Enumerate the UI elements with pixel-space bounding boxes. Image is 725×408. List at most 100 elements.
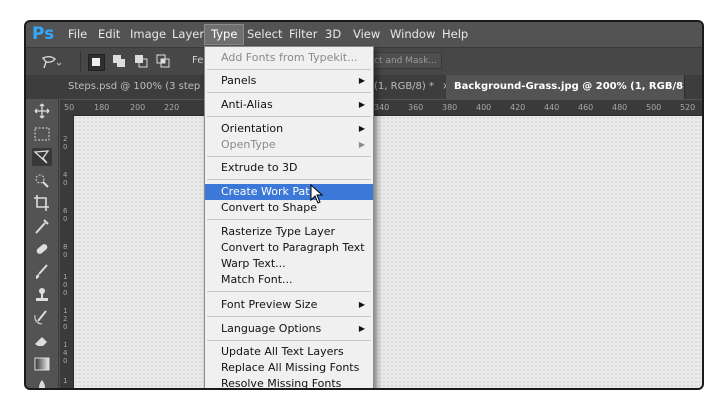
submenu-arrow-icon: ▶ <box>358 140 365 149</box>
menu-bar: Ps File Edit Image Layer Type Select Fil… <box>26 22 702 47</box>
submenu-arrow-icon: ▶ <box>358 100 365 109</box>
photoshop-window: Ps File Edit Image Layer Type Select Fil… <box>24 20 704 390</box>
tools-panel: ›› <box>26 75 59 388</box>
menu-item-label: Update All Text Layers <box>221 345 344 358</box>
lasso-tool-icon[interactable] <box>32 148 52 166</box>
gradient-tool-icon[interactable] <box>32 355 52 373</box>
photoshop-logo: Ps <box>32 24 55 44</box>
crop-tool-icon[interactable] <box>32 194 52 212</box>
document-canvas[interactable] <box>74 116 702 388</box>
horizontal-ruler: 50 180 200 220 340 360 380 400 420 440 4… <box>60 100 702 116</box>
menu-item-language-options[interactable]: Language Options ▶ <box>205 321 373 337</box>
menu-item-label: Warp Text... <box>221 257 286 270</box>
menu-item-panels[interactable]: Panels ▶ <box>205 73 373 89</box>
menu-item-update-all-text-layers[interactable]: Update All Text Layers <box>205 344 373 360</box>
menu-item-convert-paragraph-text[interactable]: Convert to Paragraph Text <box>205 240 373 256</box>
menu-item-label: Replace All Missing Fonts <box>221 361 360 374</box>
tab-second-document[interactable]: (1, RGB/8) *× <box>372 75 447 99</box>
vertical-ruler: 2 0 4 0 6 0 8 0 1 0 0 1 2 0 1 4 0 1 <box>60 115 74 388</box>
ruler-tick: 2 0 <box>63 135 68 151</box>
menu-file[interactable]: File <box>68 27 87 41</box>
eyedropper-tool-icon[interactable] <box>32 217 52 235</box>
menu-type[interactable]: Type <box>204 24 245 45</box>
submenu-arrow-icon: ▶ <box>358 124 365 133</box>
menu-select[interactable]: Select <box>247 27 282 41</box>
menu-separator <box>207 116 371 117</box>
menu-item-label: Match Font... <box>221 273 293 286</box>
menu-item-replace-missing-fonts[interactable]: Replace All Missing Fonts <box>205 360 373 376</box>
ruler-tick: 400 <box>476 103 492 112</box>
menu-3d[interactable]: 3D <box>325 27 341 41</box>
menu-item-warp-text[interactable]: Warp Text... <box>205 256 373 272</box>
menu-item-match-font[interactable]: Match Font... <box>205 272 373 288</box>
ruler-tick: 220 <box>164 103 180 112</box>
menu-item-font-preview-size[interactable]: Font Preview Size ▶ <box>205 297 373 313</box>
clone-stamp-tool-icon[interactable] <box>32 286 52 304</box>
menu-edit[interactable]: Edit <box>98 27 120 41</box>
ruler-tick: 6 0 <box>63 207 68 223</box>
menu-separator <box>207 156 371 157</box>
menu-item-label: Panels <box>221 74 257 87</box>
quick-select-tool-icon[interactable] <box>32 171 52 189</box>
menu-item-label: Font Preview Size <box>221 298 318 311</box>
ruler-tick: 180 <box>94 103 110 112</box>
menu-item-anti-alias[interactable]: Anti-Alias ▶ <box>205 97 373 113</box>
menu-image[interactable]: Image <box>130 27 166 41</box>
tab-background-grass[interactable]: Background-Grass.jpg @ 200% (1, RGB/8#) … <box>446 75 685 99</box>
menu-separator <box>207 291 371 292</box>
menu-layer[interactable]: Layer <box>172 27 204 41</box>
subtract-from-selection-icon[interactable] <box>134 54 149 69</box>
healing-brush-tool-icon[interactable] <box>32 240 52 258</box>
new-selection-icon[interactable] <box>88 54 105 71</box>
menu-item-extrude-3d[interactable]: Extrude to 3D <box>205 160 373 176</box>
submenu-arrow-icon: ▶ <box>358 76 365 85</box>
ruler-tick: 4 0 <box>63 171 68 187</box>
tab-label: (1, RGB/8) * <box>374 81 434 92</box>
menu-separator <box>207 92 371 93</box>
menu-help[interactable]: Help <box>442 27 468 41</box>
tab-steps-psd[interactable]: Steps.psd @ 100% (3 step 5, R <box>60 75 211 99</box>
menu-filter[interactable]: Filter <box>289 27 317 41</box>
menu-item-label: Extrude to 3D <box>221 161 298 174</box>
mouse-cursor-icon <box>310 184 324 204</box>
menu-separator <box>207 219 371 220</box>
ruler-tick: 520 <box>680 103 696 112</box>
add-to-selection-icon[interactable] <box>112 54 127 69</box>
menu-item-label: Orientation <box>221 122 284 135</box>
menu-view[interactable]: View <box>353 27 380 41</box>
ruler-tick: 200 <box>130 103 146 112</box>
ruler-tick: 360 <box>408 103 424 112</box>
ruler-tick: 340 <box>374 103 390 112</box>
ruler-tick: 1 4 0 <box>63 341 68 365</box>
move-tool-icon[interactable] <box>32 102 52 120</box>
type-menu-dropdown: Add Fonts from Typekit... Panels ▶ Anti-A… <box>204 46 374 388</box>
ruler-tick: 460 <box>578 103 594 112</box>
blur-tool-icon[interactable] <box>32 377 52 390</box>
menu-item-label: Add Fonts from Typekit... <box>221 51 358 64</box>
ruler-tick: 50 <box>64 103 75 112</box>
menu-item-label: Language Options <box>221 322 322 335</box>
menu-item-add-fonts-typekit: Add Fonts from Typekit... <box>205 50 373 66</box>
menu-separator <box>207 316 371 317</box>
lasso-preset-icon[interactable] <box>40 54 62 70</box>
menu-item-create-work-path[interactable]: Create Work Path <box>205 184 373 200</box>
menu-item-resolve-missing-fonts[interactable]: Resolve Missing Fonts <box>205 376 373 388</box>
brush-tool-icon[interactable] <box>32 263 52 281</box>
menu-item-orientation[interactable]: Orientation ▶ <box>205 121 373 137</box>
ruler-tick: 500 <box>646 103 662 112</box>
menu-item-rasterize-type-layer[interactable]: Rasterize Type Layer <box>205 224 373 240</box>
intersect-selection-icon[interactable] <box>156 54 171 69</box>
menu-item-label: Anti-Alias <box>221 98 273 111</box>
eraser-tool-icon[interactable] <box>32 332 52 350</box>
menu-item-label: Convert to Paragraph Text <box>221 241 365 254</box>
ruler-tick: 1 <box>63 377 68 385</box>
tab-label: Steps.psd @ 100% (3 step 5, R <box>68 81 211 92</box>
menu-item-label: Create Work Path <box>221 185 317 198</box>
menu-window[interactable]: Window <box>390 27 435 41</box>
menu-item-convert-to-shape[interactable]: Convert to Shape <box>205 200 373 216</box>
menu-separator <box>207 179 371 180</box>
marquee-tool-icon[interactable] <box>32 125 52 143</box>
menu-item-opentype: OpenType ▶ <box>205 137 373 153</box>
ruler-tick: 440 <box>544 103 560 112</box>
history-brush-tool-icon[interactable] <box>32 309 52 327</box>
